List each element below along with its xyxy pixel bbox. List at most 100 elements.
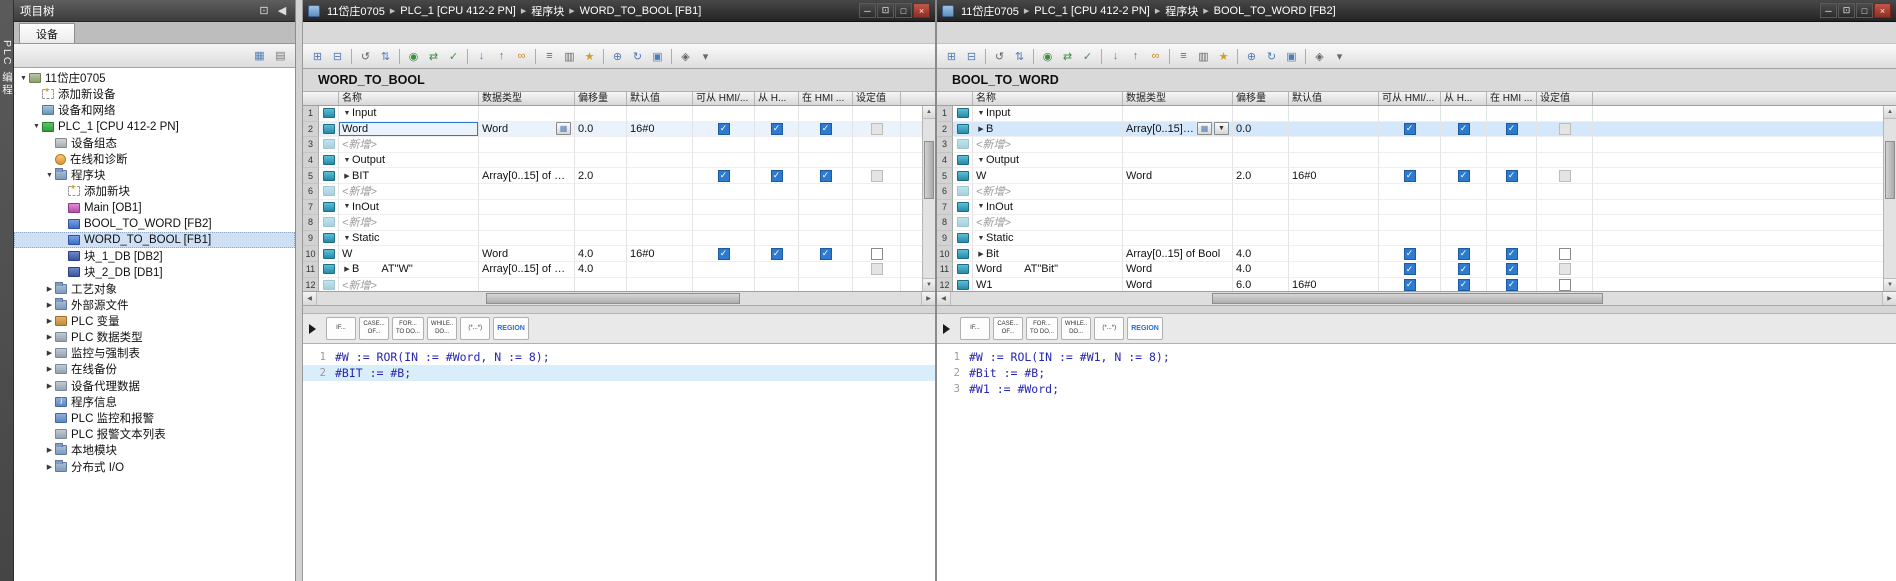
expander-icon[interactable]: ▼ — [44, 172, 55, 179]
tree-item[interactable]: 设备和网络 — [14, 102, 295, 118]
column-header[interactable]: 可从 HMI/... — [1379, 92, 1441, 105]
default-value-cell[interactable] — [627, 137, 693, 153]
table-row[interactable]: 8<新增> — [937, 215, 1896, 231]
snippet-while[interactable]: WHILE..DO... — [427, 317, 457, 340]
snippet-case[interactable]: CASE...OF... — [993, 317, 1023, 340]
structure-view-icon[interactable]: ◈ — [676, 47, 695, 66]
table-row[interactable]: 2WordWord▦0.016#0✓✓✓ — [303, 122, 935, 138]
default-value-cell[interactable] — [627, 215, 693, 231]
table-row[interactable]: 7▼InOut — [303, 200, 935, 216]
hmi-checkbox[interactable]: ✓ — [820, 170, 832, 182]
copy-snapshot-icon[interactable]: ⇄ — [1058, 47, 1077, 66]
close-button[interactable]: × — [1874, 3, 1891, 18]
default-value-cell[interactable] — [627, 168, 693, 184]
column-header[interactable]: 名称 — [973, 92, 1123, 105]
datatype-cell[interactable]: Word▦ — [479, 122, 575, 138]
snippet-if[interactable]: IF... — [326, 317, 356, 340]
column-header[interactable]: 设定值 — [1537, 92, 1593, 105]
expand-members-icon[interactable]: ⇅ — [376, 47, 395, 66]
column-header[interactable]: 偏移量 — [575, 92, 627, 105]
name-cell[interactable]: <新增> — [339, 278, 479, 292]
column-header[interactable]: 默认值 — [1289, 92, 1379, 105]
expander-icon[interactable]: ▶ — [44, 285, 55, 293]
more-options-icon[interactable]: ▾ — [696, 47, 715, 66]
hmi-checkbox[interactable]: ✓ — [1458, 279, 1470, 291]
more-options-icon[interactable]: ▾ — [1330, 47, 1349, 66]
scroll-up-button[interactable]: ▲ — [1884, 106, 1896, 119]
expander-icon[interactable]: ▼ — [976, 157, 986, 164]
datatype-cell[interactable] — [1123, 153, 1233, 169]
table-row[interactable]: 9▼Static — [937, 231, 1896, 247]
upload-icon[interactable]: ↑ — [1126, 47, 1145, 66]
table-row[interactable]: 5WWord2.016#0✓✓✓ — [937, 168, 1896, 184]
datatype-cell[interactable] — [1123, 184, 1233, 200]
column-header[interactable]: 名称 — [339, 92, 479, 105]
tree-item[interactable]: ▼程序块 — [14, 167, 295, 183]
breadcrumb-item[interactable]: PLC_1 [CPU 412-2 PN] — [1032, 5, 1152, 17]
column-header[interactable]: 从 H... — [755, 92, 799, 105]
datatype-cell[interactable]: Array[0..15] ...▦▼ — [1123, 122, 1233, 138]
hmi-checkbox[interactable]: ✓ — [771, 170, 783, 182]
default-value-cell[interactable] — [1289, 215, 1379, 231]
table-row[interactable]: 3<新增> — [937, 137, 1896, 153]
expander-icon[interactable]: ▶ — [342, 172, 352, 180]
table-row[interactable]: 3<新增> — [303, 137, 935, 153]
expander-icon[interactable]: ▼ — [342, 110, 352, 117]
hmi-checkbox[interactable]: ✓ — [718, 248, 730, 260]
table-row[interactable]: 1▼Input — [937, 106, 1896, 122]
datatype-cell[interactable] — [479, 184, 575, 200]
monitor-icon[interactable]: ∞ — [512, 47, 531, 66]
default-value-cell[interactable] — [627, 106, 693, 122]
insert-network-icon[interactable]: ⊕ — [608, 47, 627, 66]
expander-icon[interactable]: ▶ — [976, 125, 986, 133]
name-cell[interactable]: <新增> — [973, 184, 1123, 200]
default-value-cell[interactable] — [1289, 231, 1379, 247]
tree-item[interactable]: ▶工艺对象 — [14, 280, 295, 296]
hscroll-track[interactable] — [951, 292, 1882, 305]
default-value-cell[interactable] — [1289, 246, 1379, 262]
default-value-cell[interactable]: 16#0 — [627, 246, 693, 262]
hscroll-thumb[interactable] — [1212, 293, 1603, 304]
table-row[interactable]: 6<新增> — [303, 184, 935, 200]
tree-item[interactable]: WORD_TO_BOOL [FB1] — [14, 232, 295, 248]
tree-item[interactable]: ▶本地模块 — [14, 442, 295, 458]
hmi-checkbox[interactable]: ✓ — [1404, 170, 1416, 182]
default-value-cell[interactable] — [1289, 137, 1379, 153]
hmi-checkbox[interactable]: ✓ — [1506, 248, 1518, 260]
datatype-cell[interactable] — [1123, 215, 1233, 231]
column-header[interactable]: 在 HMI ... — [799, 92, 853, 105]
table-row[interactable]: 11▶BAT"W"Array[0..15] of Bool4.0 — [303, 262, 935, 278]
datatype-cell[interactable]: Word — [1123, 262, 1233, 278]
hmi-checkbox[interactable]: ✓ — [771, 123, 783, 135]
expander-icon[interactable]: ▶ — [44, 301, 55, 309]
maximize-button[interactable]: □ — [895, 3, 912, 18]
upload-icon[interactable]: ↑ — [492, 47, 511, 66]
tree-editor-splitter[interactable] — [296, 0, 303, 581]
expander-icon[interactable]: ▶ — [976, 250, 986, 258]
name-cell[interactable]: W — [973, 168, 1123, 184]
scroll-down-button[interactable]: ▼ — [923, 278, 935, 291]
tree-item[interactable]: ▼PLC_1 [CPU 412-2 PN] — [14, 119, 295, 135]
name-cell[interactable]: Word — [339, 122, 479, 138]
column-header[interactable]: 数据类型 — [1123, 92, 1233, 105]
expander-icon[interactable]: ▶ — [44, 365, 55, 373]
tree-item[interactable]: ▶外部源文件 — [14, 297, 295, 313]
datatype-cell[interactable] — [479, 215, 575, 231]
datatype-cell[interactable]: Array[0..15] of Bool — [479, 262, 575, 278]
table-row[interactable]: 1▼Input — [303, 106, 935, 122]
tree-item[interactable]: ▶设备代理数据 — [14, 378, 295, 394]
setpoint-checkbox[interactable] — [871, 248, 883, 260]
column-header[interactable]: 设定值 — [853, 92, 901, 105]
default-value-cell[interactable] — [627, 262, 693, 278]
default-value-cell[interactable] — [627, 278, 693, 292]
insert-row-icon[interactable]: ⊞ — [308, 47, 327, 66]
column-header[interactable]: 从 H... — [1441, 92, 1487, 105]
datatype-cell[interactable] — [1123, 106, 1233, 122]
setpoint-checkbox[interactable] — [1559, 279, 1571, 291]
expander-icon[interactable]: ▶ — [44, 382, 55, 390]
tree-item[interactable]: ▶分布式 I/O — [14, 459, 295, 475]
browse-datatype-button[interactable]: ▦ — [556, 122, 571, 135]
snippet-comment[interactable]: (*...*) — [460, 317, 490, 340]
expander-icon[interactable]: ▼ — [976, 203, 986, 210]
default-value-cell[interactable] — [1289, 106, 1379, 122]
